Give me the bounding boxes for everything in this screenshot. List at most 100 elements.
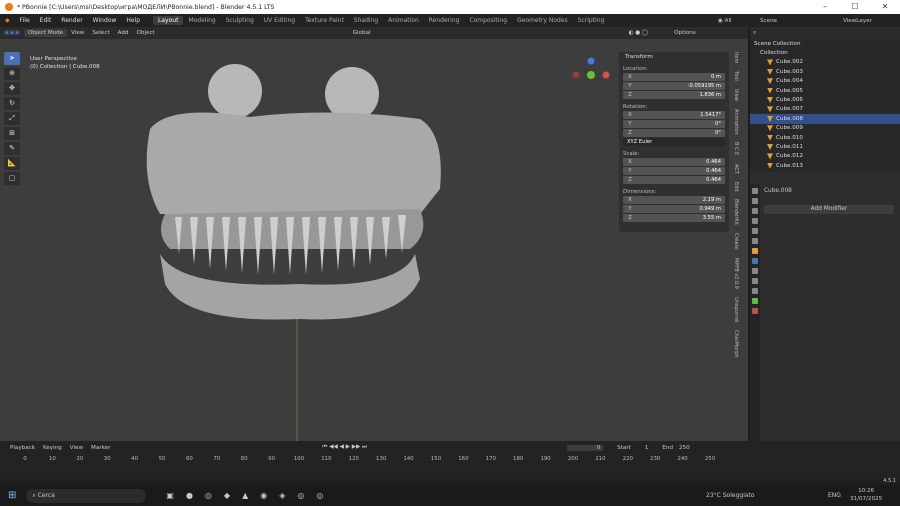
scale-y-field[interactable]: Y 0.464 <box>623 167 725 175</box>
tab-shading[interactable]: Shading <box>349 16 383 25</box>
scene-selector[interactable]: Scene <box>760 18 777 24</box>
particles-icon[interactable] <box>752 268 758 274</box>
outliner-item[interactable]: Cube.007 <box>750 105 900 114</box>
tab-view[interactable]: View <box>733 89 739 101</box>
world-icon[interactable] <box>752 238 758 244</box>
scene-collection-row[interactable]: Scene Collection <box>750 39 900 48</box>
language-indicator[interactable]: ENG <box>828 492 841 499</box>
rotation-mode-select[interactable]: XYZ Euler <box>623 138 725 146</box>
outliner-item[interactable]: Cube.010 <box>750 133 900 142</box>
outliner-item[interactable]: Cube.012 <box>750 152 900 161</box>
rotate-tool-icon[interactable]: ↻ <box>4 97 20 110</box>
tab-sculpting[interactable]: Sculpting <box>221 16 259 25</box>
constraints-icon[interactable] <box>752 288 758 294</box>
dimensions-y-field[interactable]: Y 0.949 m <box>623 205 725 213</box>
add-cube-tool-icon[interactable]: ▢ <box>4 172 20 185</box>
taskbar-search[interactable]: ⌕ Cerca <box>26 488 147 503</box>
tab-animation-side[interactable]: Animation <box>733 109 739 135</box>
add-modifier-button[interactable]: Add Modifier <box>764 205 894 214</box>
scale-x-field[interactable]: X 0.464 <box>623 158 725 166</box>
tab-mpfb[interactable]: MPFB v2.0.9 <box>733 258 739 289</box>
menu-help[interactable]: Help <box>121 17 145 24</box>
windows-start-icon[interactable]: ⊞ <box>8 490 16 501</box>
mode-selector[interactable]: Object Mode <box>23 29 68 37</box>
outliner-item-selected[interactable]: Cube.008 <box>750 114 900 124</box>
material-icon[interactable] <box>752 308 758 314</box>
outliner-item[interactable]: Cube.004 <box>750 77 900 86</box>
outliner-item[interactable]: Cube.009 <box>750 124 900 133</box>
rotation-x-field[interactable]: X 1.5417° <box>623 111 725 119</box>
frame-ruler[interactable]: 0 10 20 30 40 50 60 70 80 90 100 110 120 130 140 150 160… <box>0 456 740 465</box>
tool-icon[interactable] <box>752 188 758 194</box>
tab-blenderkit[interactable]: BlenderKit <box>733 199 739 225</box>
select-tool-icon[interactable]: ➤ <box>4 52 20 65</box>
tab-unsquirrel[interactable]: Unsquirrel <box>733 297 739 323</box>
annotate-tool-icon[interactable]: ✎ <box>4 142 20 155</box>
outliner-item[interactable]: Cube.005 <box>750 86 900 95</box>
transform-tool-icon[interactable]: ⊞ <box>4 127 20 140</box>
menu-view[interactable]: View <box>67 29 88 37</box>
playback-controls-icon[interactable]: ⏮ ◀◀ ◀ ▶ ▶▶ ⏭ <box>322 444 367 451</box>
measure-tool-icon[interactable]: 📐 <box>4 157 20 170</box>
tab-item[interactable]: Item <box>733 52 739 63</box>
menu-window[interactable]: Window <box>88 17 122 24</box>
tab-uv-editing[interactable]: UV Editing <box>259 16 300 25</box>
timeline-menu-keying[interactable]: Keying <box>39 445 66 451</box>
menu-object[interactable]: Object <box>133 29 159 37</box>
current-frame-field[interactable]: 0 <box>567 444 604 451</box>
menu-file[interactable]: File <box>15 17 35 24</box>
timeline-menu-marker[interactable]: Marker <box>87 445 114 451</box>
view-layer-icon[interactable] <box>752 218 758 224</box>
location-y-field[interactable]: Y -0.059195 m <box>623 82 725 90</box>
tab-create[interactable]: Create <box>733 233 739 250</box>
menu-add[interactable]: Add <box>114 29 133 37</box>
filter-icon[interactable]: ⌕ <box>753 29 756 37</box>
viewlayer-selector[interactable]: ViewLayer <box>843 18 872 24</box>
outliner-item[interactable]: Cube.006 <box>750 95 900 104</box>
menu-select[interactable]: Select <box>88 29 113 37</box>
tab-edit[interactable]: Edit <box>733 182 739 192</box>
transform-orientation[interactable]: Global <box>349 29 375 37</box>
weather-widget[interactable]: 23°C Soleggiato <box>706 492 755 499</box>
scene-props-icon[interactable] <box>752 228 758 234</box>
location-x-field[interactable]: X0 m <box>623 73 725 81</box>
data-icon[interactable] <box>752 298 758 304</box>
blender-menu-icon[interactable]: ◆ <box>0 17 15 24</box>
move-tool-icon[interactable]: ✥ <box>4 82 20 95</box>
menu-render[interactable]: Render <box>56 17 87 24</box>
menu-edit[interactable]: Edit <box>35 17 57 24</box>
tab-tool[interactable]: Tool <box>733 71 739 81</box>
collection-row[interactable]: Collection <box>750 48 900 57</box>
outliner-item[interactable]: Cube.003 <box>750 67 900 76</box>
rotation-z-field[interactable]: Z 0° <box>623 129 725 137</box>
scale-tool-icon[interactable]: ⤢ <box>4 112 20 125</box>
cursor-tool-icon[interactable]: ⊕ <box>4 67 20 80</box>
dimensions-z-field[interactable]: Z 3.55 m <box>623 214 725 222</box>
location-z-field[interactable]: Z 1.836 m <box>623 91 725 99</box>
dimensions-x-field[interactable]: X 2.19 m <box>623 196 725 204</box>
tab-act[interactable]: ACT <box>733 164 739 174</box>
timeline-menu-view[interactable]: View <box>66 445 87 451</box>
end-field[interactable]: 250 <box>679 445 690 451</box>
output-icon[interactable] <box>752 208 758 214</box>
tab-rendering[interactable]: Rendering <box>424 16 465 25</box>
timeline-menu-playback[interactable]: Playback <box>6 445 39 451</box>
tab-compositing[interactable]: Compositing <box>464 16 512 25</box>
scene-icon[interactable]: ◉ All <box>718 18 748 24</box>
tab-charmorph[interactable]: CharMorph <box>733 330 739 358</box>
outliner-item[interactable]: Cube.013 <box>750 161 900 170</box>
clock[interactable]: 10:26 31/07/2025 <box>850 487 882 503</box>
options-button[interactable]: Options <box>670 29 700 37</box>
close-icon[interactable]: ✕ <box>870 0 900 14</box>
tab-texture-paint[interactable]: Texture Paint <box>300 16 349 25</box>
start-field[interactable]: 1 <box>645 445 649 451</box>
render-icon[interactable] <box>752 198 758 204</box>
tab-layout[interactable]: Layout <box>153 16 184 25</box>
minimize-icon[interactable]: – <box>810 0 840 14</box>
tab-modeling[interactable]: Modeling <box>183 16 220 25</box>
rotation-y-field[interactable]: Y 0° <box>623 120 725 128</box>
tab-bce[interactable]: B C E <box>733 142 739 155</box>
taskbar-apps-icon[interactable]: ▣●◎◆▲◉◈◎◎ <box>166 491 335 500</box>
tab-animation[interactable]: Animation <box>383 16 424 25</box>
outliner-item[interactable]: Cube.011 <box>750 142 900 151</box>
